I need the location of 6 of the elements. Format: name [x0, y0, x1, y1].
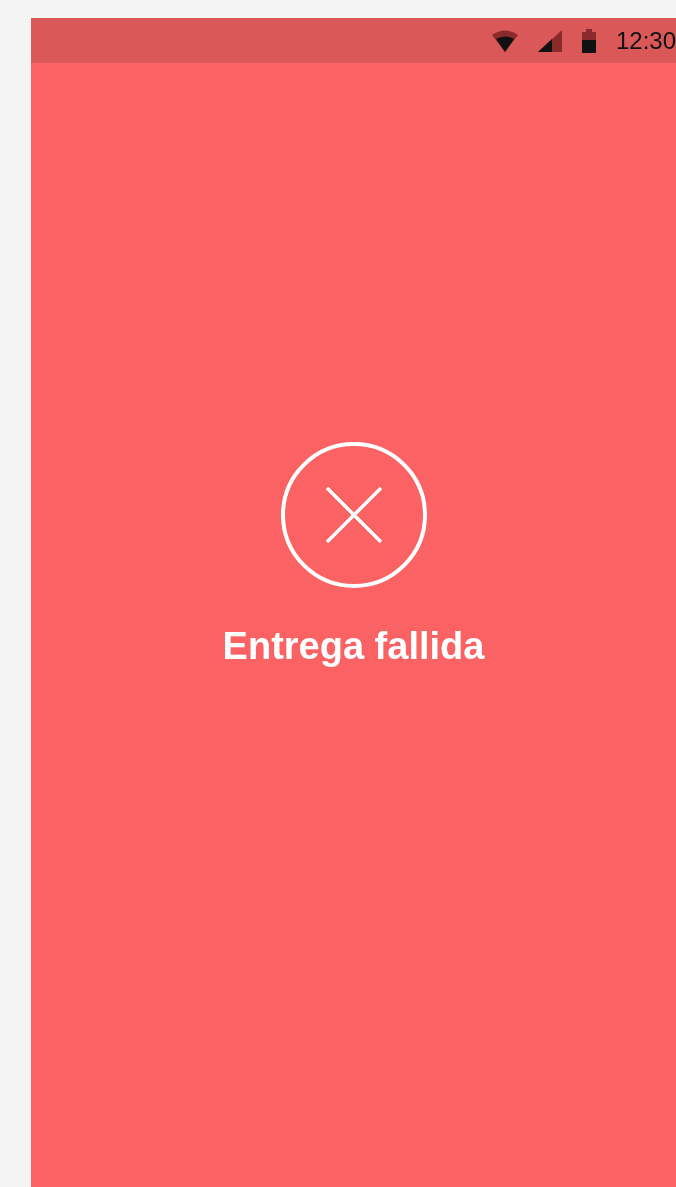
status-time: 12:30 [615, 28, 676, 53]
battery-icon [581, 28, 596, 53]
status-message: Entrega fallida [222, 624, 485, 669]
wifi-icon [491, 29, 518, 52]
close-icon [279, 441, 428, 589]
signal-icon [537, 29, 562, 52]
